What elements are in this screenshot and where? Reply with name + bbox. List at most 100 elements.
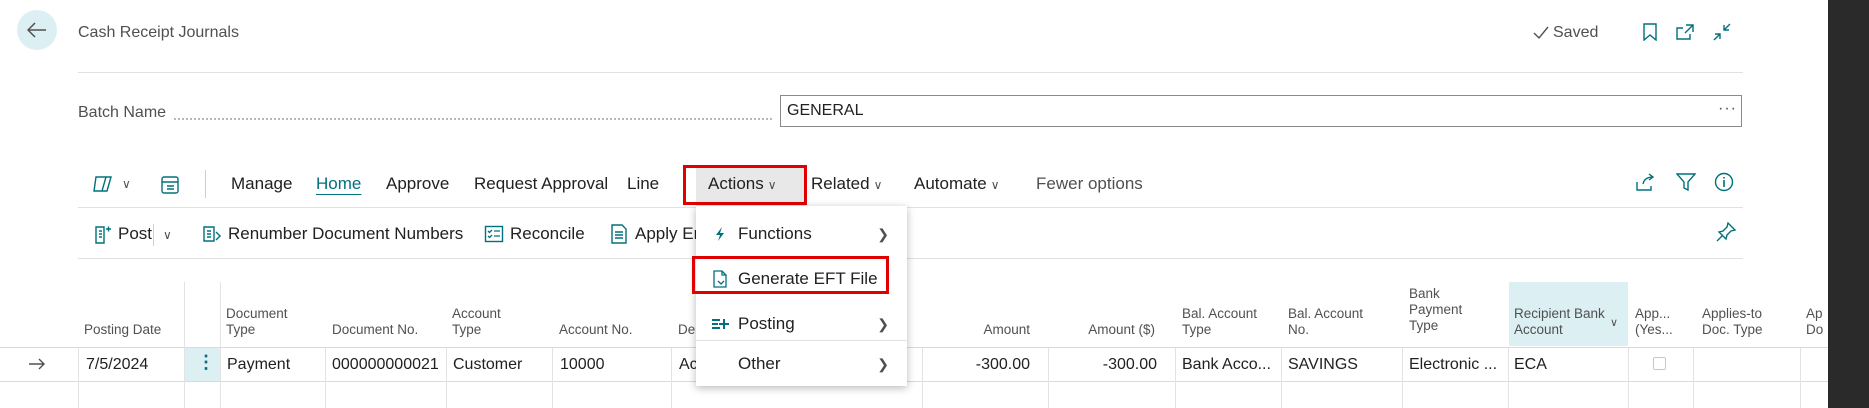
- batch-name-label: Batch Name: [78, 104, 167, 121]
- tab-related[interactable]: Related ∨: [811, 174, 882, 194]
- col-account-type-line1: Account: [452, 306, 501, 321]
- right-edge-bar: [1828, 0, 1869, 408]
- cell-bal-account-type[interactable]: Bank Acco...: [1182, 356, 1271, 374]
- back-button[interactable]: [17, 10, 57, 50]
- cell-bal-account-no[interactable]: SAVINGS: [1288, 356, 1358, 374]
- col-bank-payment-type[interactable]: Bank Payment Type: [1409, 286, 1462, 334]
- grid-col-sep: [325, 348, 326, 408]
- col-recipient-bank-line1: Recipient Bank: [1514, 306, 1605, 321]
- cell-account-no[interactable]: 10000: [560, 356, 605, 374]
- col-applies-next[interactable]: Ap Do: [1806, 306, 1823, 338]
- page-inspector-button[interactable]: [160, 175, 180, 200]
- col-applies-next-line1: Ap: [1806, 306, 1823, 321]
- grid-row-line: [0, 381, 1828, 382]
- row-actions-button[interactable]: ⋮: [197, 352, 215, 373]
- arrow-right-icon: [29, 358, 45, 370]
- posting-icon: [710, 316, 730, 332]
- cell-recipient-bank-account[interactable]: ECA: [1514, 356, 1547, 374]
- grid-col-sep: [1281, 348, 1282, 408]
- copilot-button[interactable]: ∨: [92, 174, 131, 194]
- pin-button[interactable]: [1716, 221, 1737, 247]
- cell-document-type[interactable]: Payment: [227, 356, 290, 374]
- post-label: Post: [118, 224, 153, 243]
- col-bal-account-type-line1: Bal. Account: [1182, 306, 1258, 321]
- col-account-no[interactable]: Account No.: [559, 322, 633, 338]
- col-amount[interactable]: Amount: [930, 322, 1030, 338]
- col-bank-payment-line3: Type: [1409, 318, 1439, 333]
- apply-entries-icon: [611, 224, 627, 244]
- actions-highlight-box: [683, 165, 807, 205]
- col-bal-account-no-line2: No.: [1288, 322, 1310, 337]
- page-title: Cash Receipt Journals: [78, 24, 239, 41]
- cell-applies-checkbox[interactable]: [1653, 357, 1666, 370]
- renumber-document-numbers-button[interactable]: Renumber Document Numbers: [202, 224, 463, 244]
- cell-bank-payment-type[interactable]: Electronic ...: [1409, 356, 1497, 374]
- tab-manage[interactable]: Manage: [231, 174, 292, 194]
- bookmark-icon: [1643, 23, 1657, 41]
- fewer-options-button[interactable]: Fewer options: [1036, 174, 1143, 194]
- col-applies-yes[interactable]: App... (Yes...: [1635, 306, 1673, 338]
- col-account-type[interactable]: Account Type: [452, 306, 501, 338]
- col-bal-account-type[interactable]: Bal. Account Type: [1182, 306, 1257, 338]
- tab-home[interactable]: Home: [316, 174, 361, 194]
- col-description[interactable]: De: [678, 322, 695, 338]
- collapse-button[interactable]: [1710, 20, 1734, 44]
- batch-name-lookup-button[interactable]: ···: [1718, 100, 1737, 118]
- col-document-no[interactable]: Document No.: [332, 322, 418, 338]
- cell-posting-date[interactable]: 7/5/2024: [86, 356, 148, 374]
- col-recipient-bank-account[interactable]: Recipient Bank Account: [1514, 306, 1605, 338]
- grid-col-sep: [446, 348, 447, 408]
- grid-col-sep: [1508, 348, 1509, 408]
- cell-amount[interactable]: -300.00: [930, 356, 1030, 374]
- tab-approve[interactable]: Approve: [386, 174, 449, 194]
- actions-dropdown-menu: Functions ❯ Generate EFT File Posting ❯ …: [696, 206, 907, 386]
- post-button[interactable]: Post: [94, 224, 152, 244]
- cell-amount-usd[interactable]: -300.00: [1055, 356, 1157, 374]
- col-applies-to-doc-type[interactable]: Applies-to Doc. Type: [1702, 306, 1763, 338]
- col-amount-usd[interactable]: Amount ($): [1055, 322, 1155, 338]
- apply-entries-button[interactable]: Apply En: [609, 224, 703, 244]
- filter-button[interactable]: [1675, 173, 1697, 196]
- renumber-label: Renumber Document Numbers: [228, 224, 464, 243]
- tab-line[interactable]: Line: [627, 174, 659, 194]
- batch-name-field[interactable]: GENERAL: [780, 95, 1742, 127]
- col-applies-doc-line2: Doc. Type: [1702, 322, 1763, 337]
- header-divider: [78, 72, 1743, 73]
- chevron-down-icon[interactable]: ∨: [1610, 316, 1618, 329]
- tab-related-label: Related: [811, 174, 870, 193]
- post-split-separator: [153, 224, 154, 246]
- post-options-button[interactable]: ∨: [159, 226, 172, 244]
- menu-item-functions[interactable]: Functions ❯: [696, 212, 907, 256]
- col-applies-yes-line2: (Yes...: [1635, 322, 1673, 337]
- bookmark-button[interactable]: [1638, 20, 1662, 44]
- col-bal-account-no[interactable]: Bal. Account No.: [1288, 306, 1363, 338]
- col-document-type[interactable]: Document Type: [226, 306, 288, 338]
- info-button[interactable]: [1714, 172, 1734, 197]
- grid-col-sep: [1693, 348, 1694, 408]
- col-posting-date[interactable]: Posting Date: [84, 322, 161, 338]
- arrow-left-icon: [27, 22, 46, 38]
- apply-entries-label: Apply En: [635, 224, 704, 243]
- cell-description[interactable]: Ac: [679, 356, 698, 374]
- col-recipient-bank-line2: Account: [1514, 322, 1563, 337]
- col-document-type-line1: Document: [226, 306, 288, 321]
- grid-col-sep: [184, 282, 185, 408]
- cell-document-no[interactable]: 000000000021: [332, 356, 439, 374]
- page-view-icon: [161, 176, 179, 194]
- reconcile-button[interactable]: Reconcile: [484, 224, 585, 244]
- tab-request-approval[interactable]: Request Approval: [474, 174, 608, 194]
- col-applies-next-line2: Do: [1806, 322, 1824, 337]
- grid-col-sep: [220, 282, 221, 408]
- chevron-right-icon: ❯: [877, 315, 889, 332]
- col-applies-doc-line1: Applies-to: [1702, 306, 1763, 321]
- row-indicator[interactable]: [28, 357, 46, 375]
- menu-item-other[interactable]: Other ❯: [696, 342, 907, 386]
- tab-automate[interactable]: Automate ∨: [914, 174, 1000, 194]
- toolbar-separator: [205, 170, 206, 198]
- share-button[interactable]: [1636, 173, 1656, 196]
- renumber-icon: [203, 226, 221, 242]
- open-new-window-button[interactable]: [1673, 20, 1697, 44]
- collapse-icon: [1713, 23, 1731, 41]
- share-icon: [1636, 173, 1655, 191]
- cell-account-type[interactable]: Customer: [453, 356, 522, 374]
